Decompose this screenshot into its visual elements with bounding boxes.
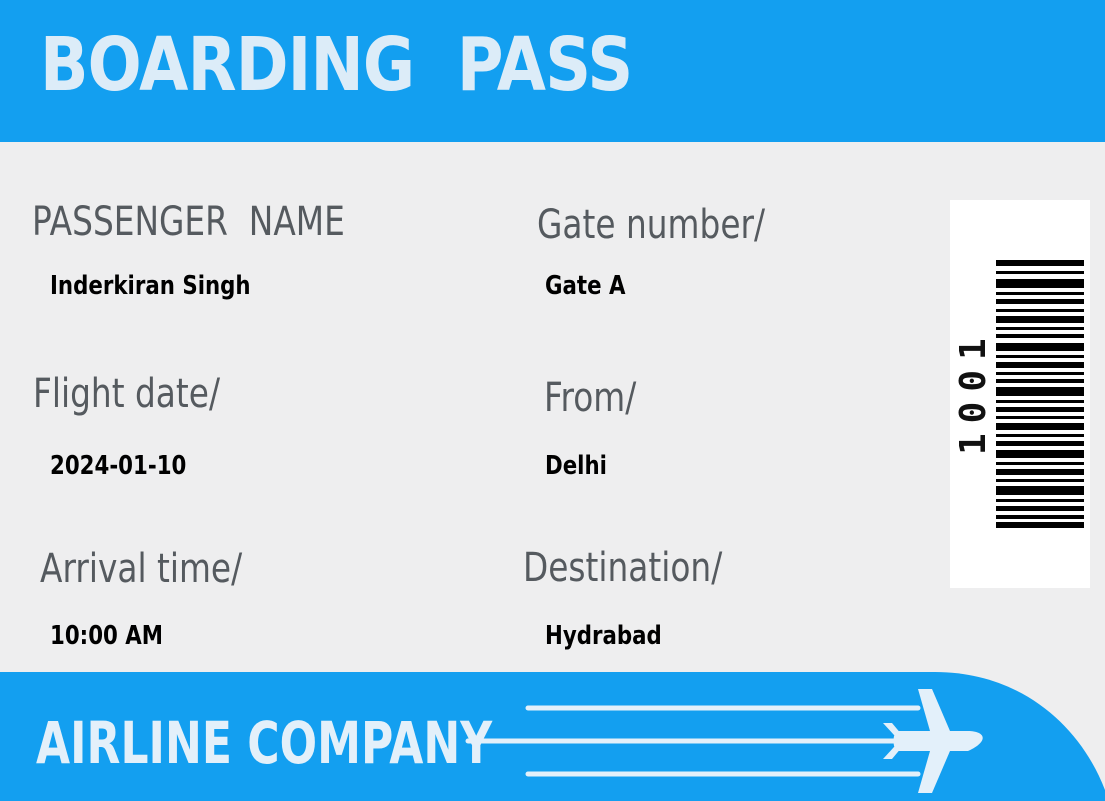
footer-band — [0, 672, 1105, 801]
boarding-pass-card: BOARDING PASS PASSENGER NAME Inderkiran … — [0, 0, 1105, 801]
airline-company-name: AIRLINE COMPANY — [36, 709, 493, 777]
